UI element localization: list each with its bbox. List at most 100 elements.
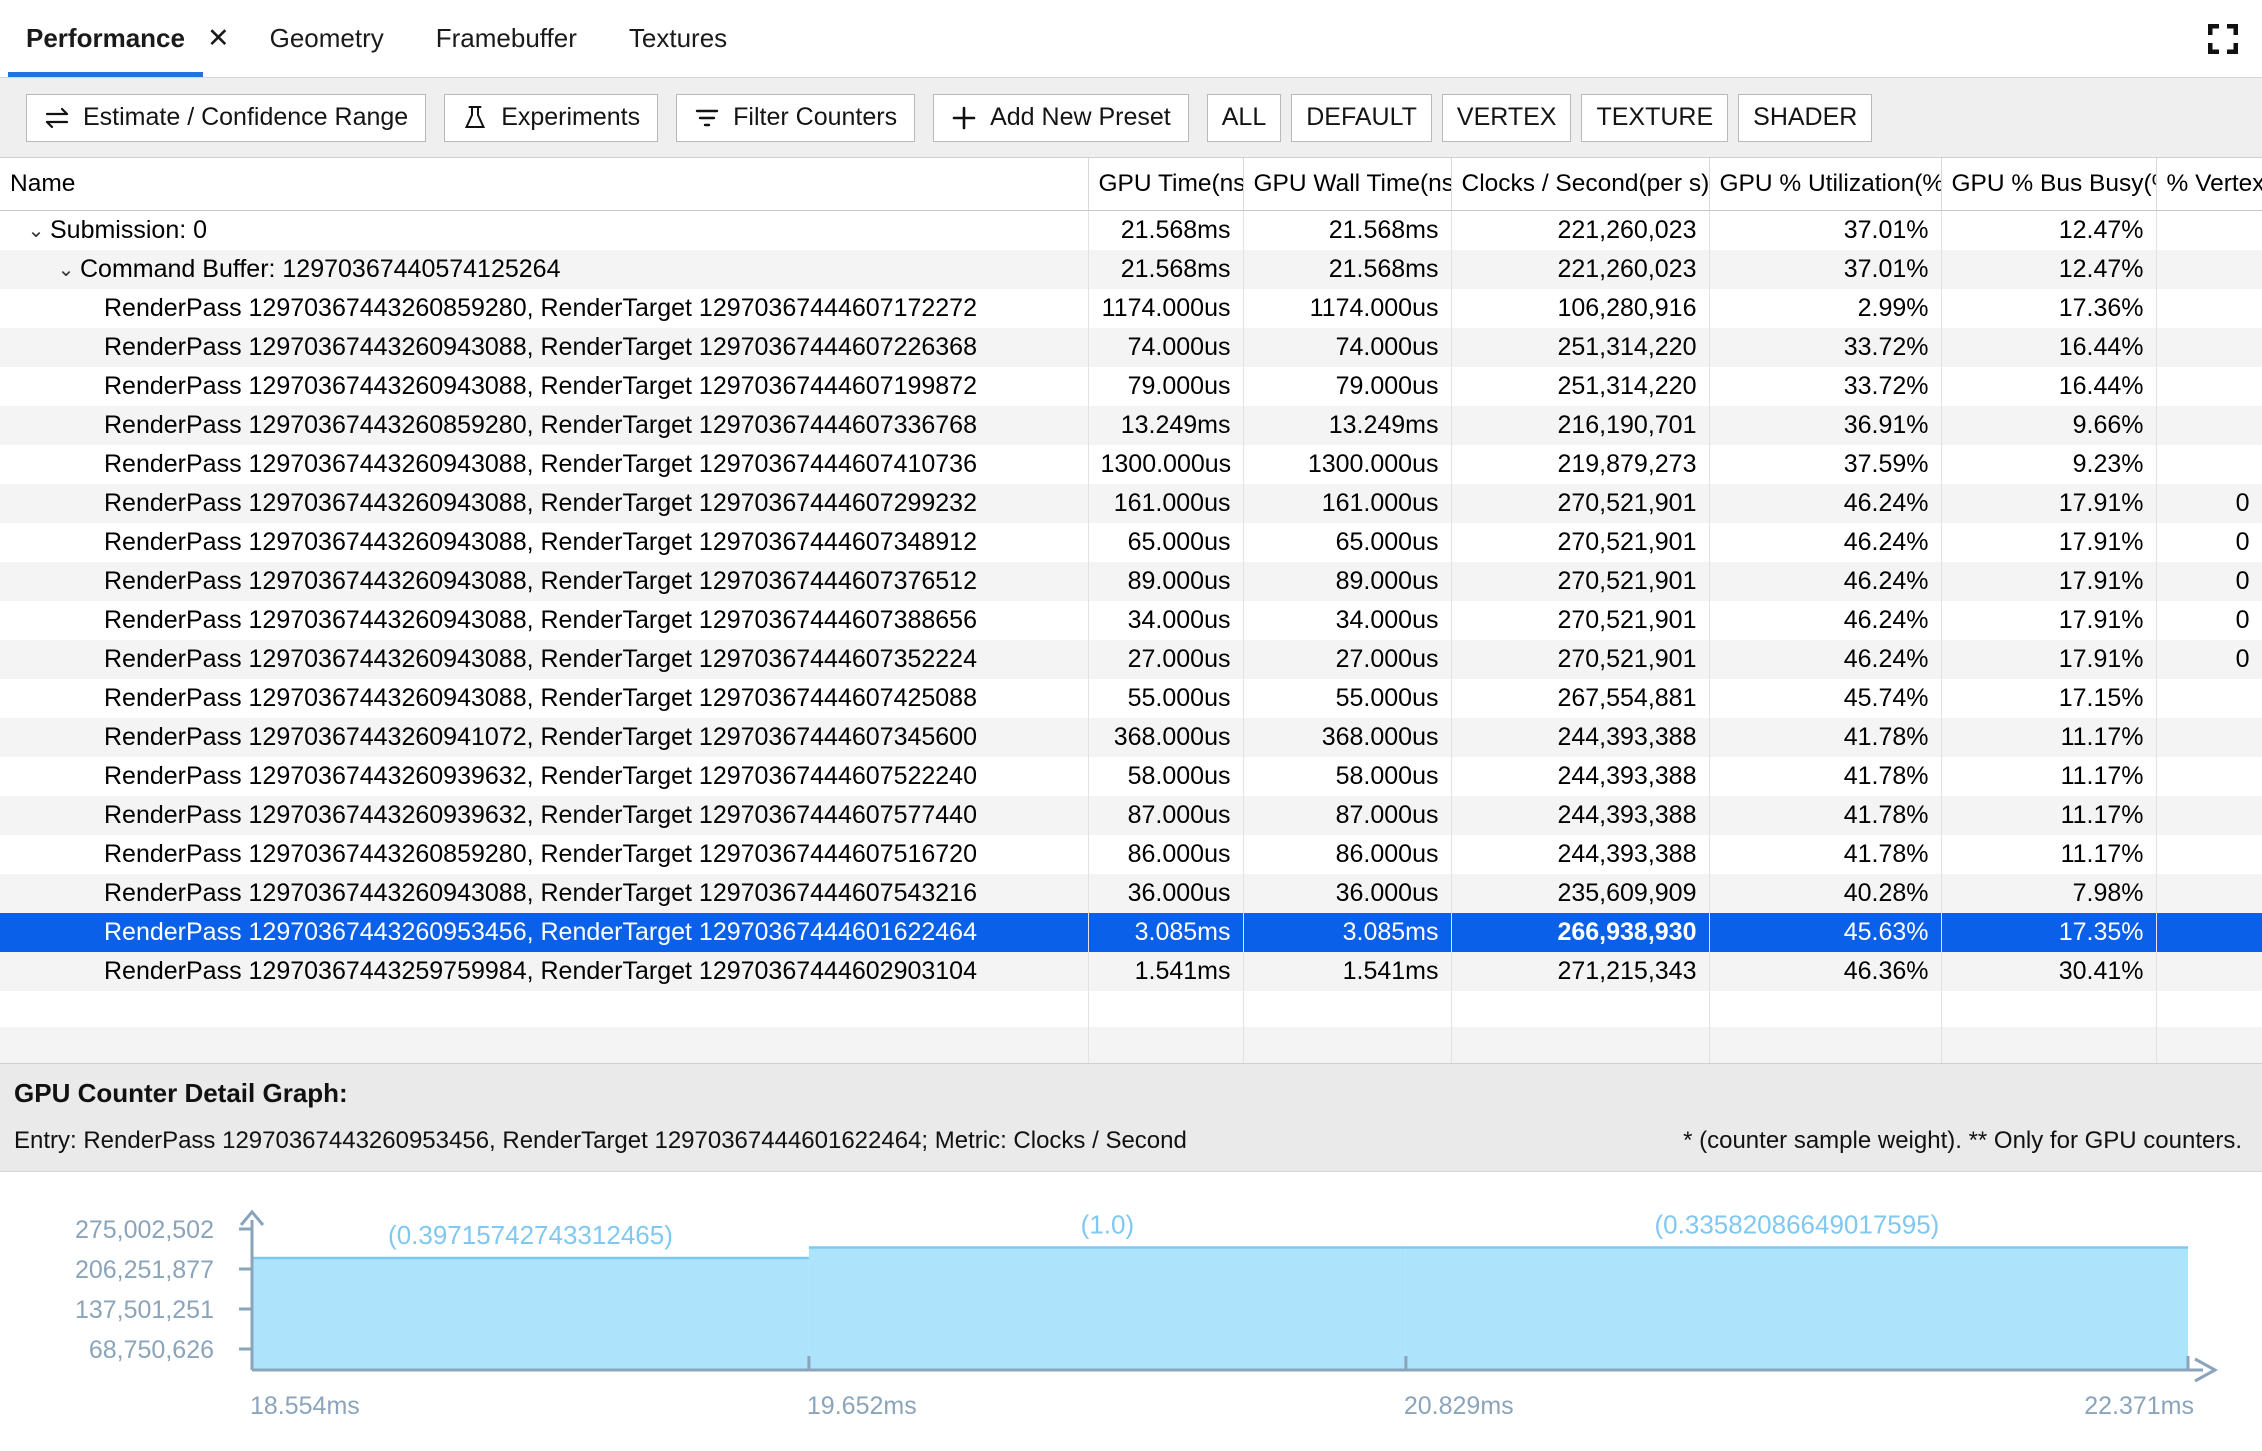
cell-gpu-wall-time: 21.568ms: [1243, 249, 1452, 289]
table-row[interactable]: RenderPass 12970367443260943088, RenderT…: [0, 678, 2262, 718]
cell-gpu-time: 65.000us: [1088, 522, 1244, 562]
cell-name: RenderPass 12970367443260943088, RenderT…: [0, 327, 1089, 367]
column-header-gpu-utilization[interactable]: GPU % Utilization(%): [1709, 158, 1942, 211]
cell-gpu-bus-busy: 17.91%: [1941, 639, 2157, 679]
table-row[interactable]: RenderPass 12970367443260943088, RenderT…: [0, 327, 2262, 367]
cell-name: RenderPass 12970367443260943088, RenderT…: [0, 444, 1089, 484]
table-row[interactable]: RenderPass 12970367443260859280, RenderT…: [0, 405, 2262, 445]
cell-name: RenderPass 12970367443260939632, RenderT…: [0, 756, 1089, 796]
cell-gpu-wall-time: 55.000us: [1243, 678, 1452, 718]
detail-graph-title: GPU Counter Detail Graph:: [14, 1077, 348, 1108]
cell-gpu-utilization: 45.63%: [1709, 912, 1942, 952]
table-row[interactable]: RenderPass 12970367443260939632, RenderT…: [0, 756, 2262, 796]
y-tick-label: 275,002,502: [75, 1216, 214, 1244]
table-row[interactable]: RenderPass 12970367443260859280, RenderT…: [0, 834, 2262, 874]
column-header-name[interactable]: Name: [0, 158, 1089, 211]
table-row[interactable]: RenderPass 12970367443260943088, RenderT…: [0, 522, 2262, 562]
table-row[interactable]: RenderPass 12970367443260943088, RenderT…: [0, 873, 2262, 913]
flask-icon: [462, 105, 488, 131]
cell-gpu-bus-busy: 17.91%: [1941, 483, 2157, 523]
cell-name: RenderPass 12970367443260939632, RenderT…: [0, 795, 1089, 835]
plus-icon: [951, 105, 977, 131]
estimate-confidence-range-button[interactable]: Estimate / Confidence Range: [26, 93, 427, 142]
table-row[interactable]: ⌄ Command Buffer: 12970367440574125264 21.…: [0, 249, 2262, 289]
cell-gpu-bus-busy: 7.98%: [1941, 873, 2157, 913]
cell-clocks-per-second: 270,521,901: [1451, 561, 1710, 601]
row-label: RenderPass 12970367443260943088, RenderT…: [104, 644, 977, 673]
cell-gpu-bus-busy: 30.41%: [1941, 951, 2157, 991]
cell-gpu-time: 3.085ms: [1088, 912, 1244, 952]
preset-shader-button[interactable]: SHADER: [1738, 93, 1873, 142]
cell-gpu-wall-time: 74.000us: [1243, 327, 1452, 367]
table-row[interactable]: RenderPass 12970367443260943088, RenderT…: [0, 366, 2262, 406]
table-row[interactable]: RenderPass 12970367443260943088, RenderT…: [0, 561, 2262, 601]
cell-gpu-time: 55.000us: [1088, 678, 1244, 718]
table-row[interactable]: RenderPass 12970367443260939632, RenderT…: [0, 795, 2262, 835]
expand-icon[interactable]: [2206, 22, 2240, 56]
column-header-percent-vertex[interactable]: % Vertex: [2156, 158, 2262, 211]
tab-performance[interactable]: Performance: [0, 0, 211, 77]
table-row[interactable]: RenderPass 12970367443260859280, RenderT…: [0, 288, 2262, 328]
cell-percent-vertex: [2156, 1026, 2262, 1063]
chevron-down-icon[interactable]: ⌄: [22, 218, 50, 243]
cell-name: [0, 990, 1089, 1027]
cell-gpu-wall-time: 161.000us: [1243, 483, 1452, 523]
detail-graph-meta: Entry: RenderPass 12970367443260953456, …: [14, 1127, 2248, 1155]
preset-texture-button[interactable]: TEXTURE: [1581, 93, 1729, 142]
counter-detail-chart[interactable]: (0.39715742743312465) (1.0) (0.33582086649…: [0, 1171, 2262, 1452]
table-row[interactable]: RenderPass 12970367443260943088, RenderT…: [0, 483, 2262, 523]
table-row[interactable]: RenderPass 12970367443260941072, RenderT…: [0, 717, 2262, 757]
cell-gpu-bus-busy: 9.66%: [1941, 405, 2157, 445]
preset-all-button[interactable]: ALL: [1206, 93, 1282, 142]
cell-percent-vertex: 0: [2156, 522, 2262, 562]
cell-gpu-wall-time: 368.000us: [1243, 717, 1452, 757]
table-row[interactable]: RenderPass 12970367443260953456, RenderT…: [0, 912, 2262, 952]
table-row[interactable]: RenderPass 12970367443260943088, RenderT…: [0, 444, 2262, 484]
row-label: RenderPass 12970367443260859280, RenderT…: [104, 293, 977, 322]
table-row[interactable]: [0, 1026, 2262, 1063]
y-tick-label: 68,750,626: [89, 1336, 214, 1364]
tab-geometry[interactable]: Geometry: [244, 0, 410, 77]
cell-gpu-time: 87.000us: [1088, 795, 1244, 835]
column-header-clocks-per-second[interactable]: Clocks / Second(per s): [1451, 158, 1710, 211]
table-row[interactable]: ⌄ Submission: 0 21.568ms 21.568ms 221,260,02…: [0, 210, 2262, 250]
chart-segment[interactable]: [252, 1256, 809, 1370]
table-row[interactable]: RenderPass 12970367443260943088, RenderT…: [0, 639, 2262, 679]
tab-textures[interactable]: Textures: [603, 0, 753, 77]
cell-gpu-utilization: 41.78%: [1709, 756, 1942, 796]
cell-gpu-time: 27.000us: [1088, 639, 1244, 679]
cell-name: RenderPass 12970367443260943088, RenderT…: [0, 678, 1089, 718]
column-header-gpu-time[interactable]: GPU Time(ns): [1088, 158, 1244, 211]
row-label: RenderPass 12970367443260943088, RenderT…: [104, 683, 977, 712]
cell-clocks-per-second: 251,314,220: [1451, 327, 1710, 367]
cell-clocks-per-second: 244,393,388: [1451, 795, 1710, 835]
tab-geometry-label: Geometry: [269, 23, 384, 53]
preset-default-button[interactable]: DEFAULT: [1291, 93, 1432, 142]
table-row[interactable]: RenderPass 12970367443259759984, RenderT…: [0, 951, 2262, 991]
column-header-gpu-bus-busy[interactable]: GPU % Bus Busy(%): [1941, 158, 2157, 211]
tab-framebuffer-label: Framebuffer: [435, 23, 577, 53]
cell-gpu-time: 21.568ms: [1088, 249, 1244, 289]
table-header-row: Name GPU Time(ns) GPU Wall Time(ns) Cloc…: [0, 158, 2262, 211]
cell-percent-vertex: [2156, 990, 2262, 1027]
segment-weight-label: (0.33582086649017595): [1655, 1209, 1940, 1239]
filter-counters-button[interactable]: Filter Counters: [676, 93, 916, 142]
swap-arrows-icon: [44, 107, 70, 129]
add-new-preset-button[interactable]: Add New Preset: [933, 93, 1189, 142]
chevron-down-icon[interactable]: ⌄: [52, 257, 80, 282]
cell-percent-vertex: [2156, 678, 2262, 718]
row-label: RenderPass 12970367443260941072, RenderT…: [104, 722, 977, 751]
cell-gpu-wall-time: 58.000us: [1243, 756, 1452, 796]
cell-name: [0, 1026, 1089, 1063]
table-row[interactable]: RenderPass 12970367443260943088, RenderT…: [0, 600, 2262, 640]
preset-vertex-button[interactable]: VERTEX: [1441, 93, 1572, 142]
cell-clocks-per-second: 266,938,930: [1451, 912, 1710, 952]
cell-percent-vertex: [2156, 249, 2262, 289]
cell-gpu-bus-busy: 16.44%: [1941, 366, 2157, 406]
column-header-gpu-wall-time[interactable]: GPU Wall Time(ns): [1243, 158, 1452, 211]
experiments-button[interactable]: Experiments: [444, 93, 659, 142]
tab-framebuffer[interactable]: Framebuffer: [410, 0, 603, 77]
chart-segment[interactable]: [1405, 1245, 2188, 1370]
chart-segment[interactable]: [808, 1245, 1406, 1370]
table-row[interactable]: [0, 990, 2262, 1027]
